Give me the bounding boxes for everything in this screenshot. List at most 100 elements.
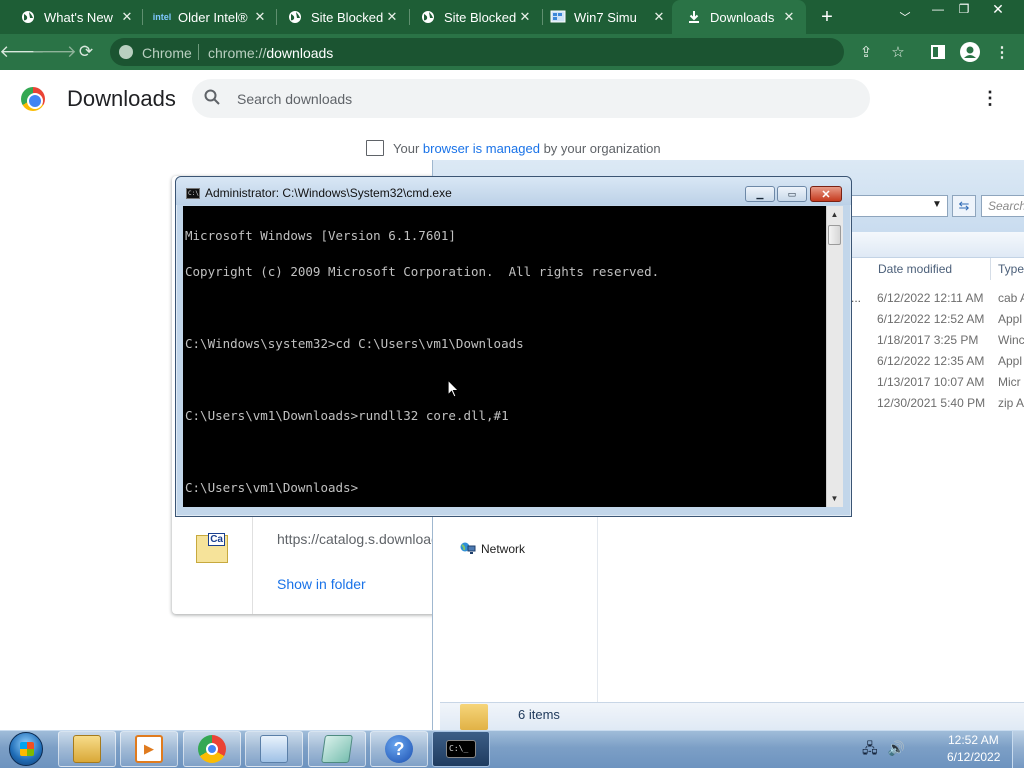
cmd-icon: C:\ [186, 188, 200, 199]
tab-title: Older Intel® [178, 9, 248, 25]
console-line: C:\Users\vm1\Downloads>rundll32 core.dll… [185, 408, 509, 423]
close-tab-icon[interactable]: ✕ [780, 8, 798, 26]
restore-icon[interactable]: ❐ [947, 0, 981, 18]
explorer-search-input[interactable]: Search [981, 195, 1024, 217]
site-label: Chrome [142, 45, 192, 61]
notepad-icon [321, 735, 353, 763]
scroll-up-arrow-icon[interactable]: ▲ [826, 206, 843, 223]
taskbar-cmd[interactable]: C:\_ [432, 731, 490, 767]
taskbar-explorer[interactable] [58, 731, 116, 767]
tab-site-blocked-1[interactable]: Site Blocked ✕ [267, 0, 409, 34]
dropdown-arrow-icon[interactable]: ▼ [932, 199, 942, 210]
search-icon [204, 89, 222, 107]
media-player-icon: ▶ [135, 735, 163, 763]
share-icon[interactable]: ⇪ [856, 42, 876, 62]
chrome-icon [198, 735, 226, 763]
downloads-menu-icon[interactable]: ⋮ [980, 88, 1000, 110]
taskbar-control-panel[interactable] [245, 731, 303, 767]
cmd-maximize-button[interactable]: ▭ [777, 186, 807, 202]
tab-downloads[interactable]: Downloads ✕ [672, 0, 806, 34]
cmd-close-button[interactable]: ✕ [810, 186, 842, 202]
cmd-minimize-button[interactable]: ▁ [745, 186, 775, 202]
show-desktop-button[interactable] [1012, 731, 1024, 768]
file-row[interactable]: 1/18/2017 3:25 PM Winc [877, 333, 1024, 349]
globe-icon [20, 9, 36, 25]
console-output: Microsoft Windows [Version 6.1.7601] Cop… [185, 206, 825, 506]
download-url[interactable]: https://catalog.s.download [277, 531, 433, 547]
taskbar-notepad[interactable] [308, 731, 366, 767]
tab-title: Site Blocked [444, 9, 517, 25]
back-icon[interactable]: 🡐 [0, 42, 45, 62]
chrome-logo-icon [21, 87, 45, 111]
column-type[interactable]: Type [998, 262, 1024, 276]
control-panel-icon [260, 735, 288, 763]
profile-icon[interactable] [960, 42, 980, 62]
tab-search-icon[interactable]: ﹀ [896, 8, 914, 26]
clock-time[interactable]: 12:52 AM [948, 733, 999, 747]
menu-kebab-icon[interactable]: ⋮ [992, 42, 1012, 62]
file-row[interactable]: 6/12/2022 12:35 AM Appl [877, 354, 1024, 370]
tab-older-intel[interactable]: intel Older Intel® ✕ [134, 0, 276, 34]
taskbar-chrome[interactable] [183, 731, 241, 767]
folder-icon [460, 704, 488, 730]
managed-link[interactable]: browser is managed [423, 141, 540, 156]
file-row[interactable]: 12/30/2021 5:40 PM zip A [877, 396, 1024, 412]
card-divider [252, 516, 253, 614]
taskbar-help[interactable]: ? [370, 731, 428, 767]
volume-icon[interactable]: 🔊 [888, 740, 905, 756]
mouse-cursor-icon [447, 378, 461, 399]
show-in-folder-link[interactable]: Show in folder [277, 576, 366, 592]
clock-date[interactable]: 6/12/2022 [947, 750, 1000, 764]
bookmark-star-icon[interactable]: ☆ [888, 42, 908, 62]
tab-whats-new[interactable]: What's New ✕ [0, 0, 142, 34]
network-tray-icon[interactable]: 🖧 [862, 740, 878, 756]
network-icon [460, 541, 476, 555]
cab-file-icon: Ca [196, 533, 228, 563]
reload-icon[interactable]: ⟳ [76, 42, 96, 62]
taskbar-media-player[interactable]: ▶ [120, 731, 178, 767]
tab-site-blocked-2[interactable]: Site Blocked ✕ [400, 0, 542, 34]
folder-icon [73, 735, 101, 763]
file-row[interactable]: 1/13/2017 10:07 AM Micr [877, 375, 1024, 391]
column-divider[interactable] [990, 258, 991, 280]
cmd-title: Administrator: C:\Windows\System32\cmd.e… [205, 186, 452, 200]
scroll-thumb[interactable] [828, 225, 841, 245]
help-icon: ? [385, 735, 413, 763]
truncated-name: ... [851, 291, 862, 305]
tab-win7-simu[interactable]: Win7 Simu ✕ [530, 0, 672, 34]
start-button[interactable] [4, 731, 48, 767]
console-line: Microsoft Windows [Version 6.1.7601] [185, 228, 456, 243]
file-row[interactable]: 6/12/2022 12:11 AMcab A [877, 291, 1024, 307]
tab-title: What's New [44, 9, 113, 25]
chrome-site-icon [119, 45, 133, 59]
file-row[interactable]: 6/12/2022 12:52 AM Appl [877, 312, 1024, 328]
globe-icon [287, 9, 303, 25]
console-line: Copyright (c) 2009 Microsoft Corporation… [185, 264, 660, 279]
cmd-icon: C:\_ [446, 740, 476, 758]
nav-network[interactable]: Network [481, 542, 525, 556]
globe-icon [420, 9, 436, 25]
search-placeholder: Search downloads [237, 91, 353, 107]
windows-logo-icon [9, 732, 43, 766]
close-tab-icon[interactable]: ✕ [650, 8, 668, 26]
win7-icon [550, 9, 566, 25]
column-date-modified[interactable]: Date modified [878, 262, 952, 276]
close-tab-icon[interactable]: ✕ [383, 8, 401, 26]
page-title: Downloads [67, 86, 176, 111]
refresh-icon[interactable]: ⇆ [952, 195, 976, 217]
forward-icon[interactable]: 🡒 [31, 42, 77, 62]
tab-title: Win7 Simu [574, 9, 637, 25]
download-icon [686, 9, 702, 25]
address-url: chrome://downloads [208, 45, 334, 61]
cmd-scrollbar[interactable] [826, 206, 843, 507]
managed-notice: Your browser is managed by your organiza… [393, 141, 661, 156]
close-window-icon[interactable]: ✕ [981, 0, 1015, 18]
side-panel-icon[interactable] [928, 42, 948, 62]
new-tab-button[interactable]: + [816, 6, 838, 28]
scroll-down-arrow-icon[interactable]: ▼ [826, 490, 843, 507]
console-prompt[interactable]: C:\Users\vm1\Downloads> [185, 481, 825, 494]
tab-title: Site Blocked [311, 9, 384, 25]
